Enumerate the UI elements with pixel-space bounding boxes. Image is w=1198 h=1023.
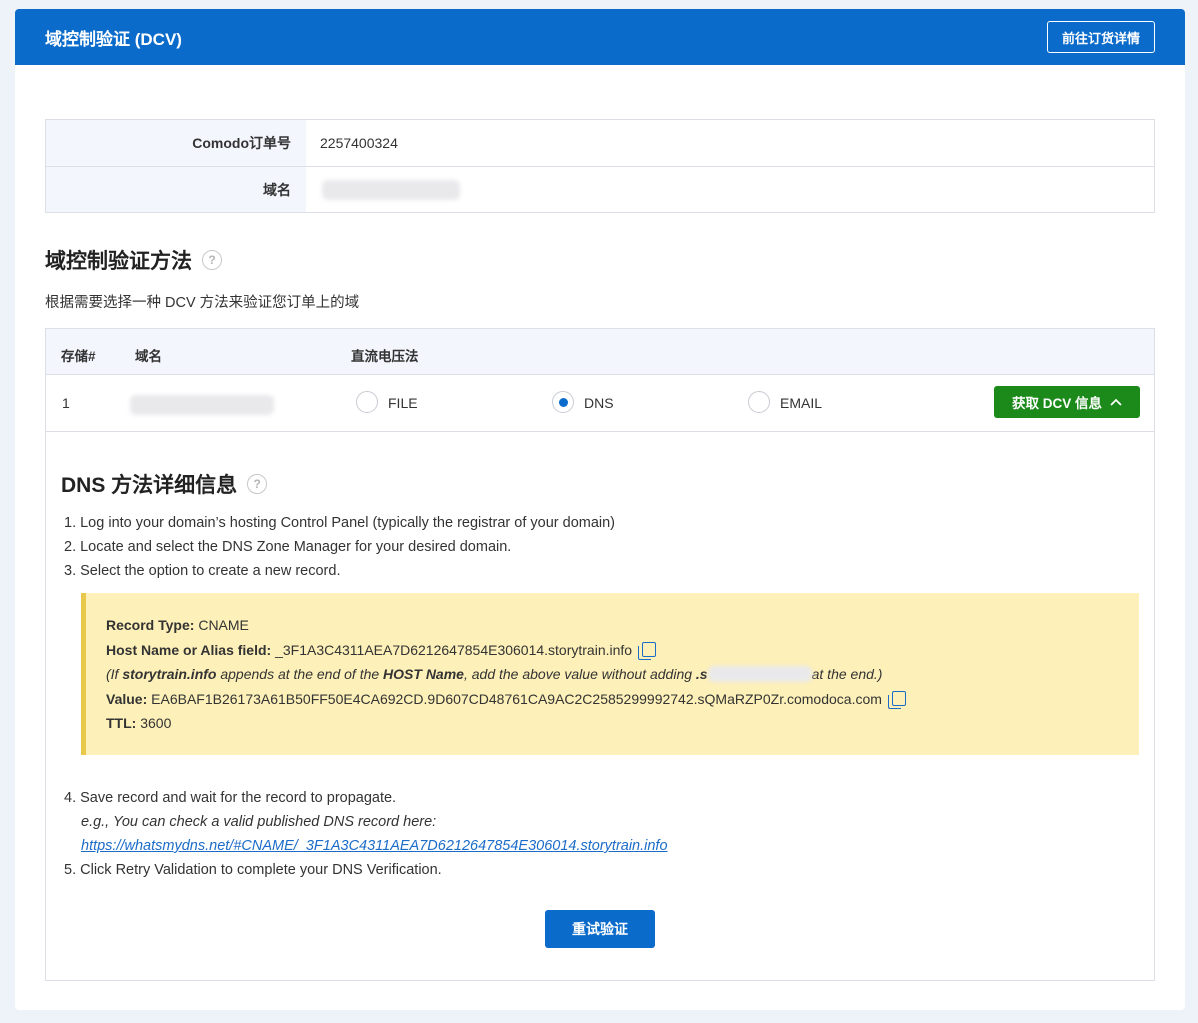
dcv-table-header: 存储# 域名 直流电压法	[46, 329, 1154, 375]
dcv-panel: 域控制验证 (DCV) 前往订货详情 Comodo订单号 2257400324 …	[15, 9, 1185, 1010]
order-number-value: 2257400324	[320, 135, 398, 151]
method-section-title: 域控制验证方法 ?	[45, 245, 222, 275]
help-icon[interactable]: ?	[247, 474, 268, 494]
col-index-header: 存储#	[61, 349, 96, 364]
row-domain-redacted	[130, 395, 274, 415]
order-info-table: Comodo订单号 2257400324 域名	[45, 119, 1155, 213]
domain-value-redacted	[322, 179, 460, 200]
col-method-header: 直流电压法	[351, 349, 419, 364]
dns-details-title: DNS 方法详细信息 ?	[61, 469, 268, 499]
order-number-label: Comodo订单号	[46, 120, 306, 166]
row-index: 1	[62, 395, 70, 411]
retry-validation-button[interactable]: 重试验证	[545, 910, 655, 948]
steps-bottom: 4. Save record and wait for the record t…	[64, 786, 668, 882]
steps-top: 1. Log into your domain’s hosting Contro…	[64, 511, 615, 583]
dcv-table: 存储# 域名 直流电压法 1 FILE DNS EMAIL 获取 DCV 信息 …	[45, 328, 1155, 981]
step-3: 3. Select the option to create a new rec…	[64, 563, 341, 579]
ttl-line: TTL: 3600	[106, 715, 172, 731]
help-icon[interactable]: ?	[202, 250, 222, 270]
col-domain-header: 域名	[135, 349, 162, 364]
radio-dns[interactable]	[552, 391, 574, 413]
host-name-line: Host Name or Alias field: _3F1A3C4311AEA…	[106, 638, 1139, 663]
whatsmydns-link[interactable]: https://whatsmydns.net/#CNAME/_3F1A3C431…	[81, 838, 668, 854]
record-type-line: Record Type: CNAME	[106, 617, 249, 633]
page-title: 域控制验证 (DCV)	[45, 29, 182, 49]
copy-icon[interactable]	[637, 641, 656, 660]
radio-dns-label[interactable]: DNS	[584, 395, 614, 411]
host-note-line: (If storytrain.info appends at the end o…	[106, 666, 883, 682]
radio-email[interactable]	[748, 391, 770, 413]
value-line: Value: EA6BAF1B26173A61B50FF50E4CA692CD.…	[106, 687, 1139, 712]
step-1: 1. Log into your domain’s hosting Contro…	[64, 515, 616, 531]
get-dcv-info-button[interactable]: 获取 DCV 信息	[994, 386, 1140, 418]
radio-file[interactable]	[356, 391, 378, 413]
record-type-value: CNAME	[198, 617, 249, 633]
record-value: EA6BAF1B26173A61B50FF50E4CA692CD.9D607CD…	[151, 690, 882, 707]
step-4-example: e.g., You can check a valid published DN…	[81, 814, 437, 830]
ttl-value: 3600	[140, 715, 172, 731]
radio-email-label[interactable]: EMAIL	[780, 395, 822, 411]
dcv-table-row: 1 FILE DNS EMAIL 获取 DCV 信息	[46, 375, 1154, 432]
domain-label: 域名	[46, 167, 306, 212]
step-2: 2. Locate and select the DNS Zone Manage…	[64, 539, 512, 555]
domain-row: 域名	[46, 166, 1154, 212]
radio-file-label[interactable]: FILE	[388, 395, 418, 411]
chevron-up-icon	[1110, 398, 1122, 406]
step-5: 5. Click Retry Validation to complete yo…	[64, 862, 442, 878]
host-name-value: _3F1A3C4311AEA7D6212647854E306014.storyt…	[275, 641, 633, 658]
step-4: 4. Save record and wait for the record t…	[64, 790, 397, 806]
header-bar: 域控制验证 (DCV) 前往订货详情	[15, 9, 1185, 65]
dns-record-box: Record Type: CNAME Host Name or Alias fi…	[81, 593, 1139, 755]
order-details-button[interactable]: 前往订货详情	[1046, 21, 1155, 53]
redacted-domain	[707, 666, 812, 682]
order-number-row: Comodo订单号 2257400324	[46, 120, 1154, 166]
method-description: 根据需要选择一种 DCV 方法来验证您订单上的域	[45, 295, 360, 311]
copy-icon[interactable]	[887, 690, 906, 709]
